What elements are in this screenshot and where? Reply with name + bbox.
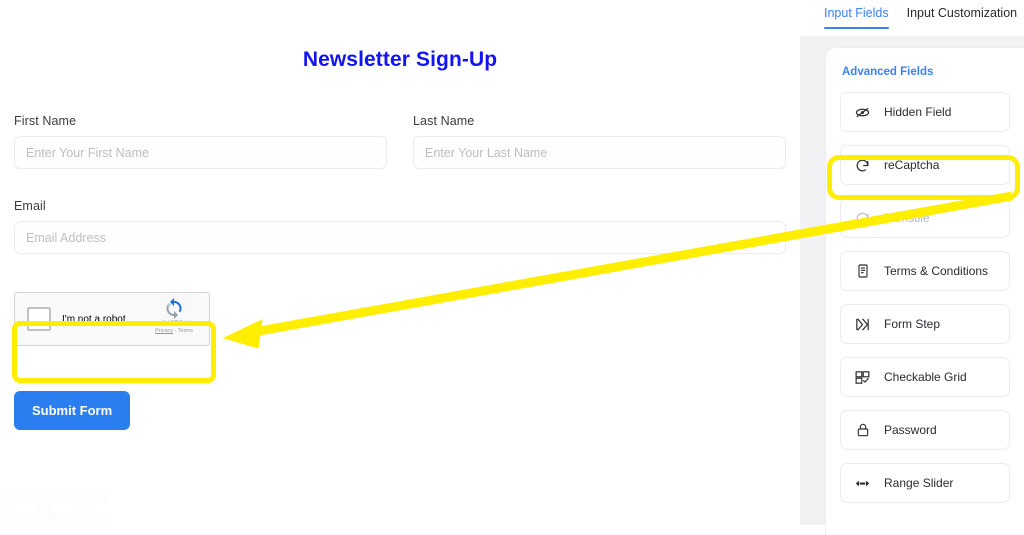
last-name-label: Last Name <box>413 114 475 128</box>
app-root: Newsletter Sign-Up First Name Last Name … <box>0 0 1024 535</box>
sidebar-item-form-step[interactable]: Form Step <box>840 304 1010 344</box>
sidebar-item-recaptcha[interactable]: reCaptcha <box>840 145 1010 185</box>
sidebar-item-checkable-grid[interactable]: Checkable Grid <box>840 357 1010 397</box>
recaptcha-label: I'm not a robot <box>62 313 126 325</box>
turnstile-icon <box>854 210 871 227</box>
eye-slash-icon <box>854 104 871 121</box>
sidebar-item-label: Range Slider <box>884 476 954 490</box>
advanced-fields-heading: Advanced Fields <box>842 66 934 78</box>
sidebar-item-label: Hidden Field <box>884 105 952 119</box>
sidebar-item-turnstile[interactable]: Turnstile <box>840 198 1010 238</box>
form-step-icon <box>854 316 871 333</box>
pane-divider <box>800 0 816 525</box>
range-slider-icon <box>854 475 871 492</box>
recaptcha-widget[interactable]: I'm not a robot reCAPTCHA Privacy - Term… <box>14 292 210 346</box>
submit-form-button[interactable]: Submit Form <box>14 391 131 430</box>
tab-input-fields[interactable]: Input Fields <box>824 6 889 29</box>
tab-input-customization[interactable]: Input Customization <box>907 6 1017 29</box>
recaptcha-box[interactable]: I'm not a robot reCAPTCHA Privacy - Term… <box>14 292 210 346</box>
name-row: First Name Last Name <box>14 114 786 169</box>
recaptcha-checkbox[interactable] <box>27 307 51 331</box>
email-field-group: Email <box>14 199 786 254</box>
page-title: Newsletter Sign-Up <box>302 48 498 71</box>
lock-icon <box>854 422 871 439</box>
last-name-input[interactable] <box>413 136 786 169</box>
sidebar-item-terms-conditions[interactable]: Terms & Conditions <box>840 251 1010 291</box>
recaptcha-privacy-link[interactable]: Privacy <box>155 328 173 334</box>
first-name-label: First Name <box>14 114 77 128</box>
form-preview-pane: Newsletter Sign-Up First Name Last Name … <box>0 0 800 525</box>
email-input[interactable] <box>14 221 786 254</box>
email-label: Email <box>14 199 46 213</box>
background-artifact <box>0 493 110 525</box>
recaptcha-brand-name: reCAPTCHA <box>156 321 192 327</box>
sidebar-item-label: Checkable Grid <box>884 370 967 384</box>
fields-sidebar: Input Fields Input Customization Advance… <box>800 0 1024 535</box>
grid-check-icon <box>854 369 871 386</box>
sidebar-item-password[interactable]: Password <box>840 410 1010 450</box>
advanced-fields-panel: Advanced Fields Hidden Field reCaptcha T… <box>826 48 1024 535</box>
sidebar-item-range-slider[interactable]: Range Slider <box>840 463 1010 503</box>
first-name-field-group: First Name <box>14 114 387 169</box>
recaptcha-icon <box>854 157 871 174</box>
sidebar-item-label: Password <box>884 423 937 437</box>
sidebar-item-hidden-field[interactable]: Hidden Field <box>840 92 1010 132</box>
sidebar-item-label: Terms & Conditions <box>884 264 989 278</box>
sidebar-item-label: Turnstile <box>884 211 930 225</box>
sidebar-item-label: Form Step <box>884 317 941 331</box>
first-name-input[interactable] <box>14 136 387 169</box>
last-name-field-group: Last Name <box>413 114 786 169</box>
sidebar-tabs: Input Fields Input Customization <box>800 0 1024 36</box>
scroll-icon <box>854 263 871 280</box>
recaptcha-legal-links[interactable]: Privacy - Terms <box>147 328 201 334</box>
recaptcha-branding: reCAPTCHA Privacy - Terms <box>147 298 201 334</box>
recaptcha-logo-icon <box>166 298 182 320</box>
sidebar-item-label: reCaptcha <box>884 158 940 172</box>
recaptcha-terms-link[interactable]: Terms <box>178 328 193 334</box>
